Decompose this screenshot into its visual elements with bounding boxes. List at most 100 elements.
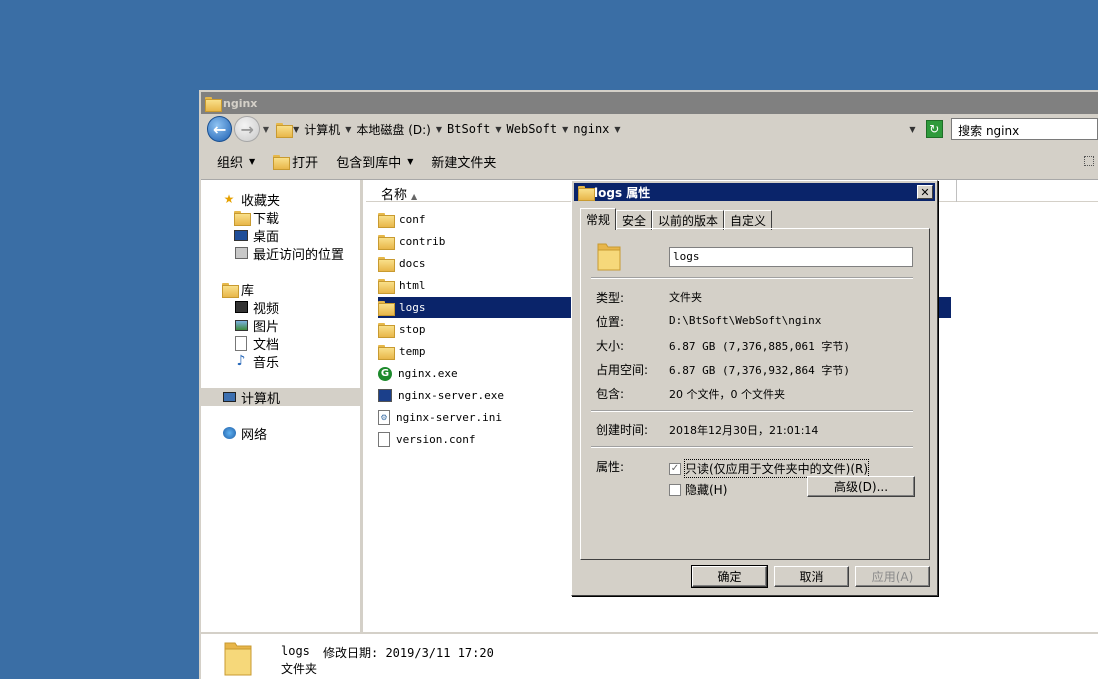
config-file-icon: ⚙ — [378, 410, 390, 425]
new-folder-button[interactable]: 新建文件夹 — [431, 152, 496, 171]
executable-icon — [378, 389, 392, 402]
organize-button[interactable]: 组织 ▼ — [217, 152, 255, 171]
computer-icon — [221, 390, 237, 404]
created-label: 创建时间: — [596, 423, 649, 437]
close-button[interactable]: ✕ — [917, 185, 933, 199]
open-button[interactable]: 打开 — [273, 152, 318, 171]
nav-label: 网络 — [241, 427, 268, 443]
size-label: 大小: — [596, 339, 625, 353]
divider — [591, 446, 913, 448]
column-name-label: 名称 — [381, 188, 408, 203]
readonly-checkbox[interactable]: ✓ 只读(仅应用于文件夹中的文件)(R) — [669, 459, 870, 478]
document-icon — [378, 432, 390, 447]
file-name: temp — [399, 345, 426, 358]
chevron-down-icon: ▼ — [407, 157, 414, 166]
nav-item-computer[interactable]: 计算机 — [201, 388, 363, 407]
nav-label: 库 — [241, 283, 255, 299]
search-input[interactable]: 搜索 nginx — [951, 118, 1098, 140]
details-modified: 修改日期: 2019/3/11 17:20 — [323, 646, 494, 660]
nav-item-favorites[interactable]: ★ 收藏夹 — [221, 190, 361, 209]
ok-button[interactable]: 确定 — [691, 565, 768, 588]
contains-label: 包含: — [596, 387, 625, 401]
recent-places-icon — [233, 246, 249, 260]
folder-icon — [378, 235, 395, 250]
folder-icon — [378, 213, 395, 228]
nav-item-downloads[interactable]: 下载 — [233, 208, 361, 227]
file-name: nginx-server.ini — [396, 411, 502, 424]
tab-previous-versions[interactable]: 以前的版本 — [652, 210, 725, 230]
breadcrumb-btsoft[interactable]: BtSoft — [444, 122, 493, 136]
details-type: 文件夹 — [281, 662, 318, 676]
breadcrumb-computer[interactable]: 计算机 — [301, 121, 343, 138]
nav-item-pictures[interactable]: 图片 — [233, 316, 361, 335]
nav-item-documents[interactable]: 文档 — [233, 334, 361, 353]
folder-large-icon — [597, 243, 621, 271]
nav-label: 收藏夹 — [241, 193, 281, 209]
hidden-label: 隐藏(H) — [685, 483, 728, 497]
forward-button[interactable]: → — [234, 116, 260, 142]
advanced-button[interactable]: 高级(D)... — [807, 476, 915, 497]
refresh-button[interactable]: ↻ — [925, 120, 944, 138]
nav-item-libraries[interactable]: 库 — [221, 280, 361, 299]
tab-customize[interactable]: 自定义 — [724, 210, 773, 230]
details-name: logs — [281, 644, 310, 658]
folder-icon — [378, 257, 395, 272]
size-on-disk-value: 6.87 GB (7,376,932,864 字节) — [669, 364, 850, 377]
details-pane: logs 修改日期: 2019/3/11 17:20 文件夹 — [201, 632, 1098, 679]
tab-general[interactable]: 常规 — [580, 208, 617, 230]
breadcrumb[interactable]: ▼ 计算机 ▼ 本地磁盘 (D:) ▼ BtSoft ▼ WebSoft ▼ n… — [276, 118, 902, 140]
download-folder-icon — [233, 210, 251, 226]
file-name: nginx-server.exe — [398, 389, 504, 402]
folder-icon — [378, 323, 395, 338]
contains-value: 20 个文件，0 个文件夹 — [669, 388, 785, 401]
dialog-titlebar[interactable]: logs 属性 ✕ — [574, 183, 935, 201]
breadcrumb-websoft[interactable]: WebSoft — [504, 122, 561, 136]
include-in-library-button[interactable]: 包含到库中 ▼ — [336, 152, 413, 171]
video-icon — [233, 300, 249, 314]
new-folder-label: 新建文件夹 — [431, 156, 497, 171]
address-dropdown-icon[interactable]: ▼ — [907, 125, 917, 134]
breadcrumb-local-disk[interactable]: 本地磁盘 (D:) — [353, 121, 433, 138]
column-divider[interactable] — [956, 180, 957, 202]
nav-item-desktop[interactable]: 桌面 — [233, 226, 361, 245]
document-icon — [233, 335, 249, 351]
column-header-name[interactable]: 名称 ▲ — [381, 184, 417, 203]
apply-button[interactable]: 应用(A) — [855, 566, 930, 587]
file-name: version.conf — [396, 433, 476, 446]
cancel-button[interactable]: 取消 — [774, 566, 849, 587]
window-title: nginx — [223, 96, 258, 110]
nav-item-recent[interactable]: 最近访问的位置 — [233, 244, 361, 263]
library-icon — [221, 282, 239, 298]
hidden-checkbox[interactable]: 隐藏(H) — [669, 481, 727, 498]
chevron-down-icon: ▼ — [249, 157, 256, 166]
nav-item-videos[interactable]: 视频 — [233, 298, 361, 317]
history-dropdown-icon[interactable]: ▼ — [263, 125, 269, 134]
folder-icon — [578, 186, 595, 201]
chevron-right-icon[interactable]: ▼ — [343, 125, 353, 134]
nav-item-network[interactable]: 网络 — [221, 424, 361, 443]
file-name: html — [399, 279, 426, 292]
chevron-right-icon[interactable]: ▼ — [434, 125, 444, 134]
back-button[interactable]: ← — [207, 116, 233, 142]
tab-security[interactable]: 安全 — [616, 210, 653, 230]
explorer-titlebar[interactable]: nginx — [201, 92, 1098, 114]
view-options-icon[interactable] — [1084, 156, 1094, 166]
location-value: D:\BtSoft\WebSoft\nginx — [669, 314, 822, 327]
nav-label: 音乐 — [253, 355, 280, 371]
folder-name-input[interactable]: logs — [669, 247, 913, 267]
picture-icon — [233, 318, 249, 332]
folder-icon — [205, 97, 222, 112]
attributes-label: 属性: — [596, 460, 625, 474]
folder-icon — [378, 345, 395, 360]
network-icon — [221, 426, 237, 440]
chevron-right-icon[interactable]: ▼ — [612, 125, 622, 134]
music-icon: ♪ — [236, 353, 246, 369]
breadcrumb-nginx[interactable]: nginx — [570, 122, 612, 136]
chevron-right-icon[interactable]: ▼ — [560, 125, 570, 134]
open-label: 打开 — [292, 156, 319, 171]
nav-item-music[interactable]: ♪ 音乐 — [233, 352, 361, 371]
tab-strip: 常规 安全 以前的版本 自定义 — [580, 208, 773, 230]
nav-label: 视频 — [253, 301, 280, 317]
chevron-right-icon[interactable]: ▼ — [493, 125, 503, 134]
nav-label: 下载 — [253, 211, 280, 227]
